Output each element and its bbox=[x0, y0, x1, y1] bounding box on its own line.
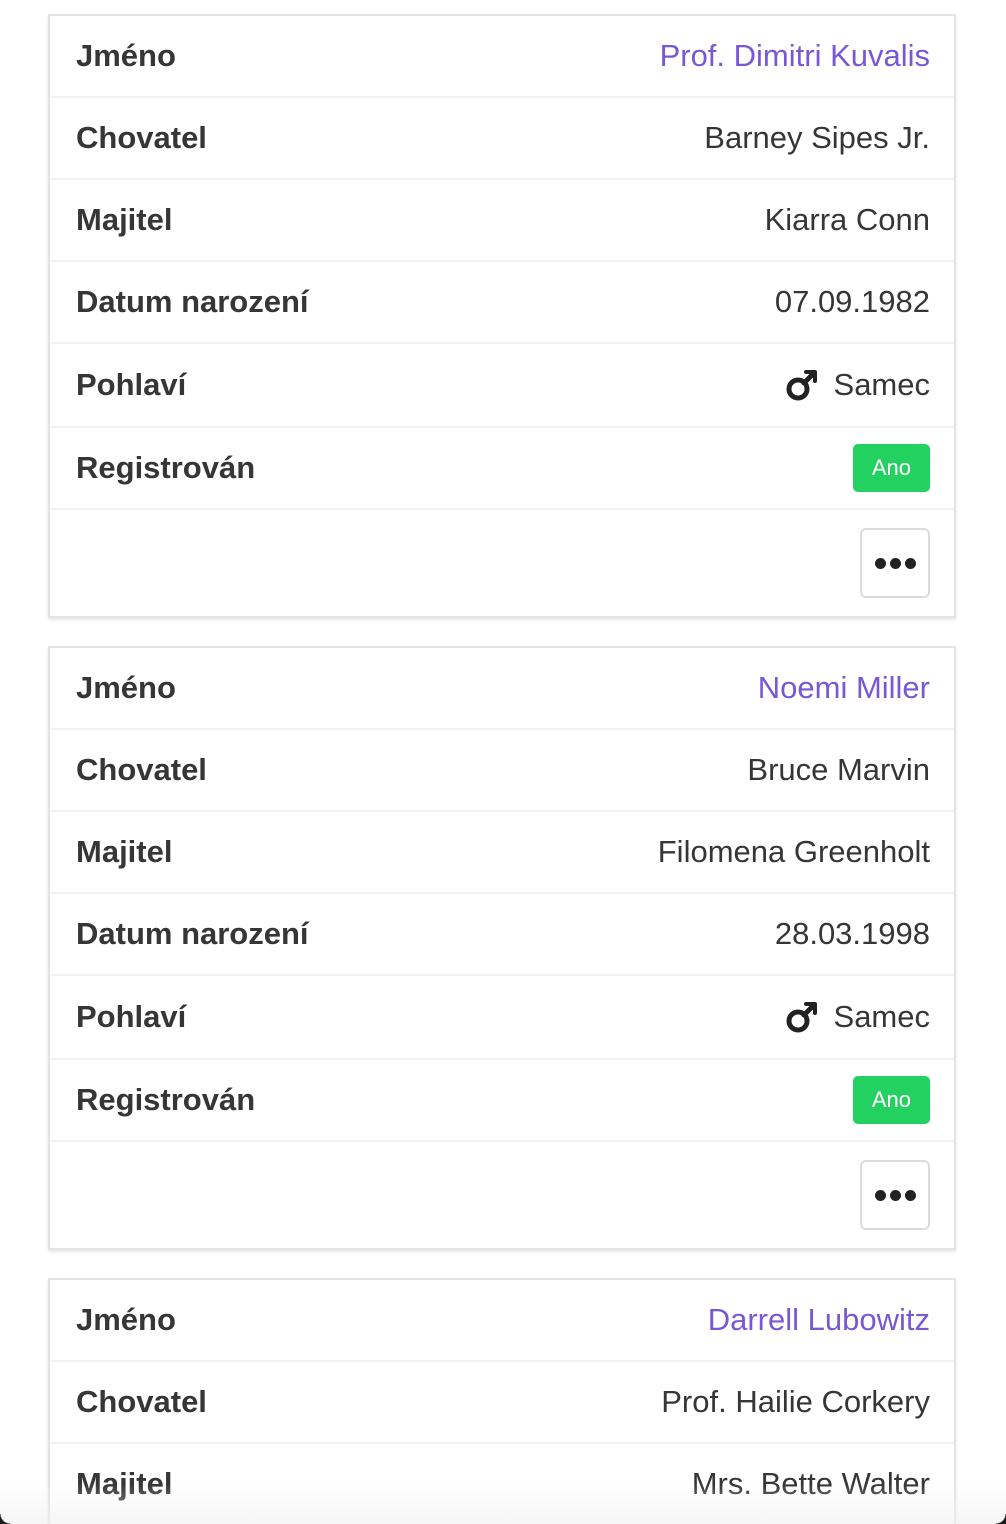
birth-date-value: 28.03.1998 bbox=[774, 916, 930, 951]
row-birth-date: Datum narození 07.09.1982 bbox=[50, 262, 954, 344]
sex-value: Samec bbox=[784, 999, 930, 1035]
dog-name-link[interactable]: Noemi Miller bbox=[758, 670, 930, 706]
row-name: Jméno Prof. Dimitri Kuvalis bbox=[50, 16, 954, 98]
sex-text: Samec bbox=[833, 999, 930, 1034]
row-registered: Registrován Ano bbox=[50, 1060, 954, 1142]
breeder-value: Prof. Hailie Corkery bbox=[661, 1384, 930, 1419]
owner-label: Majitel bbox=[76, 202, 173, 237]
owner-value: Filomena Greenholt bbox=[657, 834, 930, 869]
dog-name-link[interactable]: Darrell Lubowitz bbox=[708, 1302, 930, 1338]
row-sex: Pohlaví Samec bbox=[50, 344, 954, 428]
male-icon bbox=[786, 370, 817, 401]
page: Jméno Prof. Dimitri Kuvalis Chovatel Bar… bbox=[0, 0, 1006, 1524]
registered-badge: Ano bbox=[852, 444, 930, 492]
row-owner: Majitel Mrs. Bette Walter bbox=[50, 1444, 954, 1524]
owner-value: Kiarra Conn bbox=[764, 202, 930, 237]
window-corner-right bbox=[996, 1514, 1006, 1524]
registered-label: Registrován bbox=[76, 450, 256, 485]
breeder-value: Barney Sipes Jr. bbox=[704, 120, 930, 155]
sex-label: Pohlaví bbox=[76, 999, 187, 1034]
row-birth-date: Datum narození 28.03.1998 bbox=[50, 894, 954, 976]
row-owner: Majitel Filomena Greenholt bbox=[50, 812, 954, 894]
row-breeder: Chovatel Bruce Marvin bbox=[50, 730, 954, 812]
ellipsis-icon bbox=[873, 557, 918, 569]
dog-card: Jméno Darrell Lubowitz Chovatel Prof. Ha… bbox=[48, 1278, 956, 1524]
row-name: Jméno Noemi Miller bbox=[50, 648, 954, 730]
dog-name-link[interactable]: Prof. Dimitri Kuvalis bbox=[660, 38, 930, 74]
sex-value: Samec bbox=[784, 367, 930, 403]
breeder-label: Chovatel bbox=[76, 1384, 207, 1419]
row-actions bbox=[50, 510, 954, 614]
row-registered: Registrován Ano bbox=[50, 428, 954, 510]
owner-value: Mrs. Bette Walter bbox=[691, 1466, 930, 1501]
birth-date-label: Datum narození bbox=[76, 916, 309, 951]
breeder-label: Chovatel bbox=[76, 120, 207, 155]
sex-text: Samec bbox=[833, 367, 930, 402]
sex-label: Pohlaví bbox=[76, 367, 187, 402]
row-breeder: Chovatel Barney Sipes Jr. bbox=[50, 98, 954, 180]
row-sex: Pohlaví Samec bbox=[50, 976, 954, 1060]
birth-date-label: Datum narození bbox=[76, 284, 309, 319]
male-icon bbox=[786, 1002, 817, 1033]
registered-badge: Ano bbox=[852, 1076, 930, 1124]
dog-card: Jméno Noemi Miller Chovatel Bruce Marvin… bbox=[48, 646, 956, 1250]
owner-label: Majitel bbox=[76, 1466, 173, 1501]
ellipsis-icon bbox=[873, 1189, 918, 1201]
name-label: Jméno bbox=[76, 1302, 176, 1337]
birth-date-value: 07.09.1982 bbox=[774, 284, 930, 319]
name-label: Jméno bbox=[76, 38, 176, 73]
registered-label: Registrován bbox=[76, 1082, 256, 1117]
breeder-value: Bruce Marvin bbox=[747, 752, 930, 787]
window-corner-left bbox=[0, 1514, 10, 1524]
owner-label: Majitel bbox=[76, 834, 173, 869]
row-owner: Majitel Kiarra Conn bbox=[50, 180, 954, 262]
row-actions bbox=[50, 1142, 954, 1246]
breeder-label: Chovatel bbox=[76, 752, 207, 787]
more-actions-button[interactable] bbox=[860, 528, 930, 598]
more-actions-button[interactable] bbox=[860, 1160, 930, 1230]
row-name: Jméno Darrell Lubowitz bbox=[50, 1280, 954, 1362]
row-breeder: Chovatel Prof. Hailie Corkery bbox=[50, 1362, 954, 1444]
dog-card: Jméno Prof. Dimitri Kuvalis Chovatel Bar… bbox=[48, 14, 956, 618]
name-label: Jméno bbox=[76, 670, 176, 705]
